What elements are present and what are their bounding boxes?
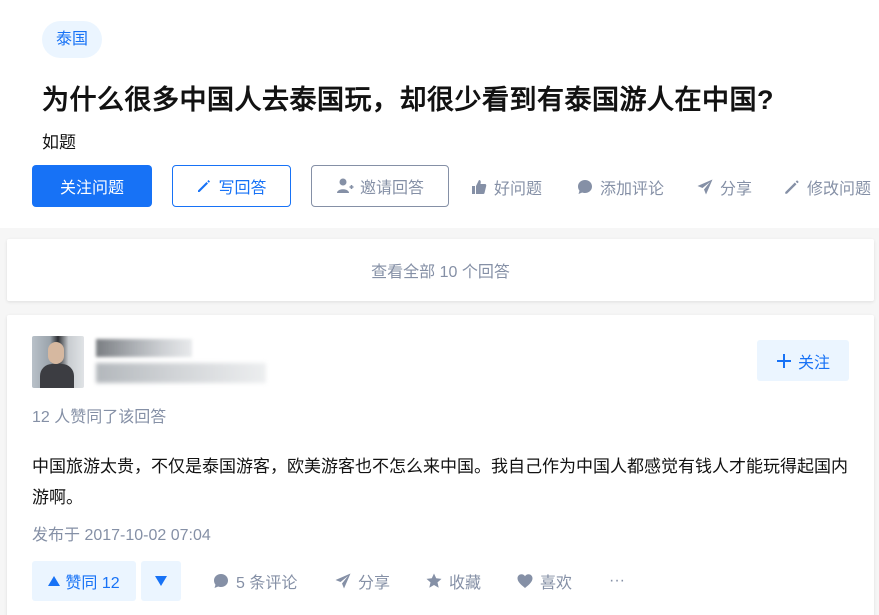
write-answer-label: 写回答 xyxy=(218,180,267,197)
share-icon xyxy=(697,179,713,195)
edit-question-label: 修改问题 xyxy=(807,181,872,198)
triangle-down-icon xyxy=(155,576,167,586)
question-header: 泰国 为什么很多中国人去泰国玩，却很少看到有泰国游人在中国? 如题 关注问题 写… xyxy=(0,0,879,228)
star-icon xyxy=(426,573,442,588)
view-all-answers-button[interactable]: 查看全部 10 个回答 xyxy=(7,239,874,301)
vote-summary: 12 人赞同了该回答 xyxy=(32,409,167,426)
like-button[interactable]: 喜欢 xyxy=(516,569,572,593)
plus-icon xyxy=(776,353,791,368)
publish-time[interactable]: 发布于 2017-10-02 07:04 xyxy=(32,521,211,545)
good-question-label: 好问题 xyxy=(494,181,543,198)
upvote-label: 赞同 12 xyxy=(65,575,120,592)
pencil-icon xyxy=(785,180,799,194)
downvote-button[interactable] xyxy=(141,561,181,601)
answer-card: 关注 12 人赞同了该回答 中国旅游太贵，不仅是泰国游客，欧美游客也不怎么来中国… xyxy=(7,315,874,615)
more-button[interactable]: ··· xyxy=(609,569,625,593)
collect-label: 收藏 xyxy=(449,575,482,592)
heart-icon xyxy=(517,574,533,588)
avatar[interactable] xyxy=(32,336,84,388)
add-comment-label: 添加评论 xyxy=(600,181,665,198)
topic-tag[interactable]: 泰国 xyxy=(42,21,103,58)
answer-content: 中国旅游太贵，不仅是泰国游客，欧美游客也不怎么来中国。我自己作为中国人都感觉有钱… xyxy=(32,457,848,507)
avatar-body xyxy=(40,364,74,388)
follow-author-label: 关注 xyxy=(797,354,830,372)
triangle-up-icon xyxy=(48,576,61,586)
write-answer-button[interactable]: 写回答 xyxy=(172,165,291,207)
comment-icon xyxy=(214,574,228,588)
add-comment-button[interactable]: 添加评论 xyxy=(576,176,664,198)
author-bio-blurred xyxy=(96,363,266,383)
follow-author-button[interactable]: 关注 xyxy=(757,340,849,381)
comment-icon xyxy=(578,180,592,194)
more-label: ··· xyxy=(609,572,625,589)
like-label: 喜欢 xyxy=(540,575,573,592)
question-title: 为什么很多中国人去泰国玩，却很少看到有泰国游人在中国? xyxy=(42,85,774,115)
thumbs-up-icon xyxy=(472,180,487,194)
pencil-icon xyxy=(198,180,211,192)
question-detail: 如题 xyxy=(42,133,76,152)
view-all-answers-label: 查看全部 10 个回答 xyxy=(371,264,510,281)
invite-answer-button[interactable]: 邀请回答 xyxy=(311,165,449,207)
invite-user-icon xyxy=(336,178,354,193)
invite-answer-label: 邀请回答 xyxy=(359,180,424,197)
share-question-label: 分享 xyxy=(720,181,753,198)
share-answer-button[interactable]: 分享 xyxy=(334,569,390,593)
share-answer-label: 分享 xyxy=(358,575,391,592)
upvote-button[interactable]: 赞同 12 xyxy=(32,561,136,601)
share-question-button[interactable]: 分享 xyxy=(696,176,752,198)
comments-label: 5 条评论 xyxy=(236,575,298,592)
comments-button[interactable]: 5 条评论 xyxy=(212,569,297,593)
share-icon xyxy=(335,573,351,589)
collect-button[interactable]: 收藏 xyxy=(425,569,481,593)
follow-question-label: 关注问题 xyxy=(59,180,124,197)
edit-question-button[interactable]: 修改问题 xyxy=(783,176,871,198)
avatar-face xyxy=(48,342,64,364)
good-question-button[interactable]: 好问题 xyxy=(470,176,542,198)
author-name-blurred[interactable] xyxy=(96,339,192,357)
follow-question-button[interactable]: 关注问题 xyxy=(32,165,152,207)
